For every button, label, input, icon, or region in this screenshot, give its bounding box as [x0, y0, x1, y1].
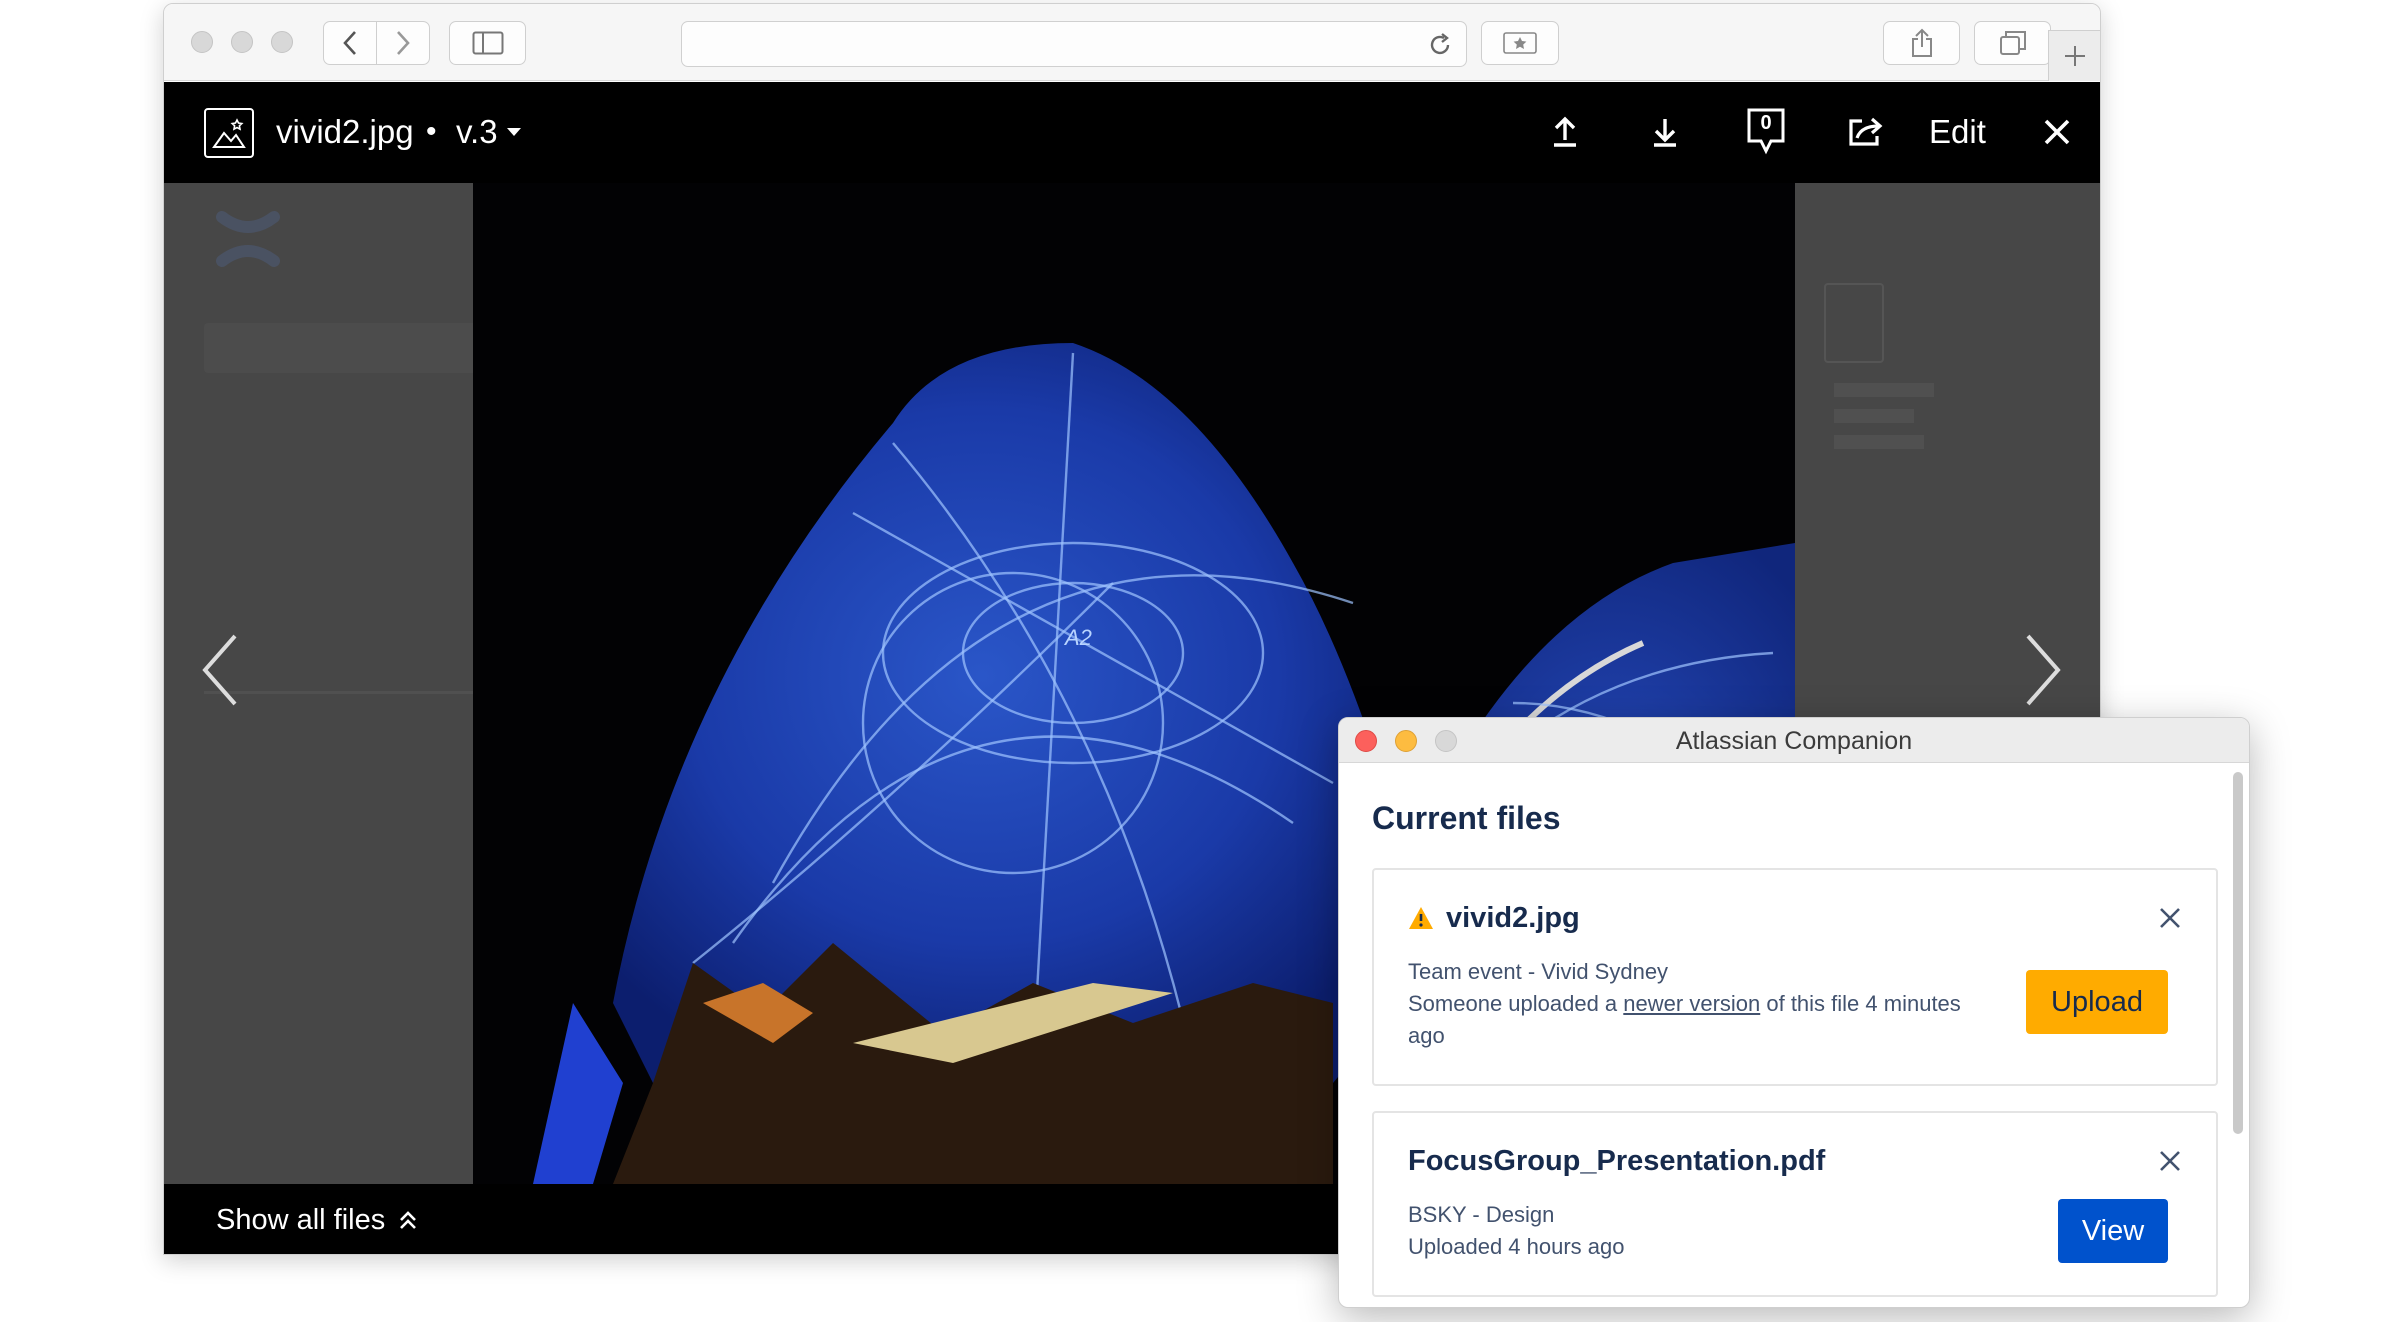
- reload-icon[interactable]: [1426, 31, 1454, 59]
- file-context: BSKY - Design: [1408, 1202, 1555, 1227]
- forward-icon: [397, 31, 410, 55]
- current-files-heading: Current files: [1372, 800, 1561, 836]
- next-arrow-icon: [2026, 634, 2061, 706]
- back-icon: [343, 31, 356, 55]
- window-close-dot[interactable]: [191, 31, 213, 53]
- prev-arrow-icon: [202, 634, 237, 706]
- download-button[interactable]: [1645, 112, 1685, 152]
- warning-icon: [1409, 907, 1433, 929]
- svg-text:A2: A2: [1063, 625, 1092, 650]
- sidebar-toggle-button[interactable]: [449, 21, 526, 65]
- file-status: Someone uploaded a newer version of this…: [1408, 991, 1961, 1048]
- new-tab-button[interactable]: [2048, 30, 2100, 81]
- file-name: FocusGroup_Presentation.pdf: [1408, 1145, 1826, 1177]
- ghost-line: [1834, 409, 1914, 423]
- share-button[interactable]: [1883, 21, 1960, 65]
- share-icon: [1911, 28, 1932, 57]
- next-file-button[interactable]: [2019, 630, 2069, 710]
- version-dropdown[interactable]: v.3: [456, 112, 522, 152]
- file-description: BSKY - Design Uploaded 4 hours ago: [1408, 1199, 1968, 1263]
- show-all-files-label: Show all files: [216, 1204, 386, 1236]
- tabs-icon: [1999, 31, 2026, 55]
- ghost-widget: [1824, 283, 1884, 363]
- new-tab-icon: [2064, 46, 2085, 66]
- upload-file-button[interactable]: Upload: [2026, 970, 2168, 1034]
- separator-dot: •: [426, 115, 437, 148]
- browser-toolbar: [164, 4, 2100, 81]
- close-icon[interactable]: [2158, 1149, 2182, 1173]
- file-card-title: vivid2.jpg: [1408, 900, 1580, 936]
- file-card-vivid2: vivid2.jpg Team event - Vivid Sydney Som…: [1372, 868, 2218, 1086]
- ghost-line: [1834, 435, 1924, 449]
- address-bar[interactable]: [681, 21, 1467, 67]
- close-viewer-button[interactable]: [2037, 112, 2077, 152]
- companion-titlebar: Atlassian Companion: [1339, 718, 2249, 763]
- newer-version-link[interactable]: newer version: [1623, 991, 1760, 1016]
- upload-button[interactable]: [1545, 112, 1585, 152]
- back-button[interactable]: [323, 21, 377, 65]
- screen: vivid2.jpg • v.3 0 Edit A2 Show all file…: [0, 0, 2400, 1322]
- file-status: Uploaded 4 hours ago: [1408, 1234, 1625, 1259]
- file-name: vivid2.jpg: [1446, 902, 1580, 934]
- version-label: v.3: [456, 113, 498, 150]
- space-logo: [216, 211, 280, 267]
- companion-window: Atlassian Companion Current files vivid2…: [1338, 717, 2250, 1308]
- file-name: vivid2.jpg: [276, 113, 414, 150]
- file-card-focusgroup: FocusGroup_Presentation.pdf BSKY - Desig…: [1372, 1111, 2218, 1297]
- sidebar-icon: [472, 31, 503, 55]
- previous-file-button[interactable]: [194, 630, 244, 710]
- bookmark-icon: [1503, 32, 1537, 54]
- chevron-up-double-icon: [400, 1211, 417, 1229]
- ghost-line: [1834, 383, 1934, 397]
- show-all-files-button[interactable]: Show all files: [216, 1202, 417, 1238]
- viewer-header: vivid2.jpg • v.3 0 Edit: [164, 82, 2100, 183]
- comment-count: 0: [1760, 112, 1772, 134]
- upload-icon: [1554, 116, 1576, 147]
- image-file-icon: [204, 108, 254, 158]
- companion-scrollbar[interactable]: [2233, 772, 2243, 1134]
- file-context: Team event - Vivid Sydney: [1408, 959, 1669, 984]
- file-description: Team event - Vivid Sydney Someone upload…: [1408, 956, 1968, 1052]
- file-card-title: FocusGroup_Presentation.pdf: [1408, 1143, 1825, 1179]
- share-icon: [1849, 117, 1883, 146]
- companion-title: Atlassian Companion: [1675, 727, 1913, 755]
- view-file-button[interactable]: View: [2058, 1199, 2168, 1263]
- tabs-overview-button[interactable]: [1974, 21, 2051, 65]
- share-viewer-button[interactable]: [1845, 112, 1885, 152]
- comments-button[interactable]: 0: [1745, 107, 1787, 155]
- bookmark-button[interactable]: [1481, 21, 1559, 65]
- edit-button[interactable]: Edit: [1929, 112, 1986, 152]
- close-icon[interactable]: [2158, 906, 2182, 930]
- caret-down-icon: [506, 128, 521, 136]
- forward-button[interactable]: [376, 21, 430, 65]
- window-minimize-dot[interactable]: [231, 31, 253, 53]
- download-icon: [1654, 119, 1676, 147]
- close-icon: [2044, 119, 2070, 145]
- window-zoom-dot[interactable]: [271, 31, 293, 53]
